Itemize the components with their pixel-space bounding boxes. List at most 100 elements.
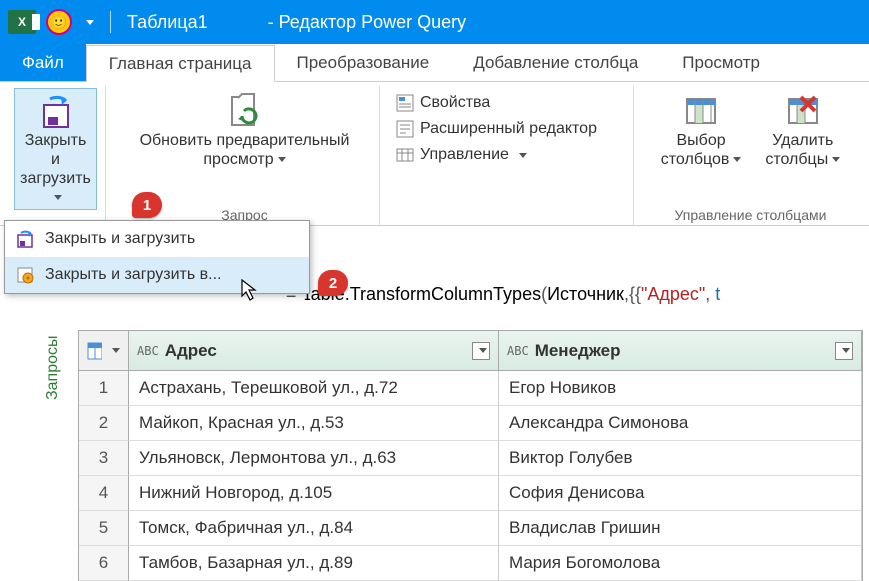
refresh-l2: просмотр (203, 151, 273, 168)
chevron-down-icon (842, 348, 850, 353)
group-close: Закрыть и загрузить (6, 86, 106, 225)
qat-separator (110, 11, 111, 33)
tab-view[interactable]: Просмотр (660, 44, 782, 81)
dd-item2-label: Закрыть и загрузить в... (45, 266, 221, 284)
properties-icon (396, 94, 414, 112)
header-rownum[interactable] (79, 331, 129, 371)
table-icon (87, 342, 102, 360)
row-number: 6 (79, 546, 129, 581)
grid-header-row: ABC Адрес ABC Менеджер (79, 331, 862, 371)
queries-pane-label[interactable]: Запросы (44, 335, 62, 400)
close-load-icon (36, 91, 76, 131)
row-number: 5 (79, 511, 129, 546)
tab-home[interactable]: Главная страница (86, 45, 275, 82)
choose-l1: Выбор (677, 132, 726, 149)
cursor-icon (240, 278, 260, 302)
window-title-name: Таблица1 (127, 12, 208, 33)
cell-manager: Мария Богомолова (499, 546, 862, 581)
table-row[interactable]: 4Нижний Новгород, д.105София Денисова (79, 476, 862, 511)
row-number: 1 (79, 371, 129, 406)
cell-address: Томск, Фабричная ул., д.84 (129, 511, 499, 546)
filter-manager-button[interactable] (835, 342, 853, 360)
titlebar: X 🙂 Таблица1 - Редактор Power Query (0, 0, 869, 44)
chevron-down-icon (278, 157, 286, 162)
tab-file[interactable]: Файл (0, 44, 86, 81)
callout-1: 1 (132, 192, 162, 218)
remove-l1: Удалить (772, 132, 833, 149)
header-manager[interactable]: ABC Менеджер (499, 331, 862, 371)
tab-transform[interactable]: Преобразование (275, 44, 452, 81)
formula-bar[interactable]: = ɪable.TransformColumnTypes(Источник,{{… (286, 284, 863, 305)
manage-button[interactable]: Управление (392, 144, 625, 166)
cell-manager: София Денисова (499, 476, 862, 511)
remove-l2: столбцы (765, 151, 828, 168)
table-row[interactable]: 2Майкоп, Красная ул., д.53Александра Сим… (79, 406, 862, 441)
advanced-editor-icon (396, 120, 414, 138)
cell-address: Майкоп, Красная ул., д.53 (129, 406, 499, 441)
ribbon-tabs: Файл Главная страница Преобразование Доб… (0, 44, 869, 82)
type-badge-text: ABC (507, 344, 529, 358)
ribbon: Закрыть и загрузить Обновить предваритель… (0, 82, 869, 226)
cell-address: Ульяновск, Лермонтова ул., д.63 (129, 441, 499, 476)
choose-columns-button[interactable]: Выбор столбцов (656, 88, 747, 172)
dd-close-and-load-to[interactable]: Закрыть и загрузить в... (5, 257, 309, 293)
callout-2: 2 (318, 270, 348, 296)
cell-address: Астрахань, Терешковой ул., д.72 (129, 371, 499, 406)
properties-button[interactable]: Свойства (392, 92, 625, 114)
remove-columns-button[interactable]: Удалить столбцы (760, 88, 845, 172)
chevron-down-icon (733, 157, 741, 162)
manage-label: Управление (420, 146, 509, 164)
table-row[interactable]: 5Томск, Фабричная ул., д.84Владислав Гри… (79, 511, 862, 546)
row-number: 2 (79, 406, 129, 441)
formula-code: ɪable.TransformColumnTypes(Источник,{{"А… (304, 284, 720, 305)
refresh-l1: Обновить предварительный (140, 132, 350, 149)
qat-dropdown-icon[interactable] (86, 20, 94, 25)
table-row[interactable]: 6Тамбов, Базарная ул., д.89Мария Богомол… (79, 546, 862, 581)
advanced-editor-label: Расширенный редактор (420, 120, 597, 138)
close-and-load-button[interactable]: Закрыть и загрузить (14, 88, 97, 210)
data-grid: ABC Адрес ABC Менеджер 1Астрахань, Тереш… (78, 330, 863, 581)
group-columns: Выбор столбцов Удалить столбцы Управление … (638, 86, 863, 225)
cell-manager: Егор Новиков (499, 371, 862, 406)
chevron-down-icon (54, 195, 62, 200)
cell-manager: Владислав Гришин (499, 511, 862, 546)
advanced-editor-button[interactable]: Расширенный редактор (392, 118, 625, 140)
cell-manager: Виктор Голубев (499, 441, 862, 476)
manage-icon (396, 146, 414, 164)
excel-icon: X (8, 10, 36, 34)
row-number: 4 (79, 476, 129, 511)
cell-address: Тамбов, Базарная ул., д.89 (129, 546, 499, 581)
refresh-icon (224, 91, 264, 131)
header-address-label: Адрес (165, 341, 217, 361)
chevron-down-icon (479, 348, 487, 353)
refresh-preview-button[interactable]: Обновить предварительный просмотр (135, 88, 355, 172)
dd-item1-label: Закрыть и загрузить (45, 230, 195, 248)
chevron-down-icon (112, 348, 120, 353)
smiley-icon[interactable]: 🙂 (46, 9, 72, 35)
chevron-down-icon (832, 157, 840, 162)
remove-columns-icon (783, 91, 823, 131)
header-manager-label: Менеджер (535, 341, 621, 361)
cell-manager: Александра Симонова (499, 406, 862, 441)
properties-label: Свойства (420, 94, 490, 112)
table-row[interactable]: 1Астрахань, Терешковой ул., д.72Егор Нов… (79, 371, 862, 406)
close-load-to-small-icon (15, 265, 35, 285)
close-load-dropdown: Закрыть и загрузить Закрыть и загрузить … (4, 220, 310, 294)
choose-l2: столбцов (661, 151, 730, 168)
filter-address-button[interactable] (472, 342, 490, 360)
choose-columns-icon (681, 91, 721, 131)
chevron-down-icon (519, 153, 527, 158)
close-l2: загрузить (20, 170, 91, 187)
group-columns-label: Управление столбцами (675, 207, 827, 223)
window-title-app: - Редактор Power Query (268, 12, 467, 33)
table-row[interactable]: 3Ульяновск, Лермонтова ул., д.63Виктор Г… (79, 441, 862, 476)
header-address[interactable]: ABC Адрес (129, 331, 499, 371)
row-number: 3 (79, 441, 129, 476)
dd-close-and-load[interactable]: Закрыть и загрузить (5, 221, 309, 257)
tab-addcolumn[interactable]: Добавление столбца (451, 44, 660, 81)
cell-address: Нижний Новгород, д.105 (129, 476, 499, 511)
close-load-small-icon (15, 229, 35, 249)
group-query-sub: Свойства Расширенный редактор Управление (384, 86, 634, 225)
close-l1: Закрыть и (25, 132, 87, 168)
type-badge-text: ABC (137, 344, 159, 358)
